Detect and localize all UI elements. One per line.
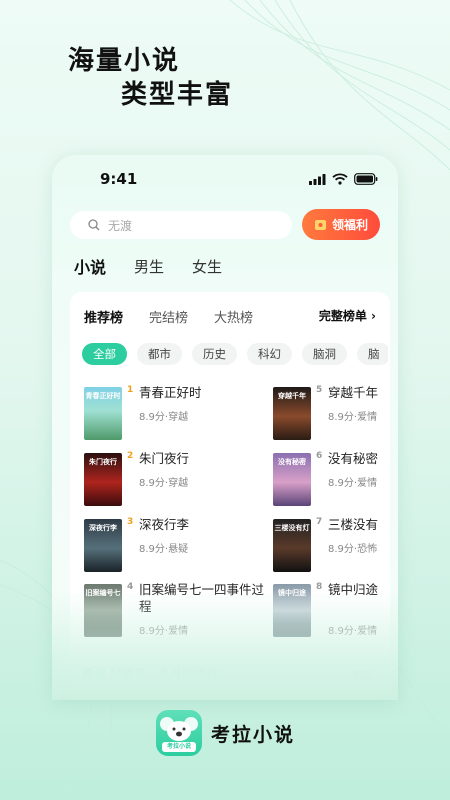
book-title: 穿越千年 xyxy=(328,385,379,400)
book-cover: 深夜行李 xyxy=(84,519,122,572)
category-chip-history[interactable]: 历史 xyxy=(192,343,237,365)
book-item[interactable]: 深夜行李 3 深夜行李 8.9分·悬疑 xyxy=(84,517,234,579)
category-chips: 全部 都市 历史 科幻 脑洞 脑 xyxy=(82,343,388,365)
full-list-link[interactable]: 完整榜单 › xyxy=(319,307,376,324)
status-bar: 9:41 xyxy=(52,169,398,191)
book-title: 没有秘密 xyxy=(328,451,379,466)
book-title: 朱门夜行 xyxy=(139,451,190,466)
book-title: 旧案编号七一四事件过程 xyxy=(139,582,265,614)
book-meta: 8.9分·爱情 xyxy=(328,412,378,423)
book-item[interactable]: 青春正好时 1 青春正好时 8.9分·穿越 xyxy=(84,385,234,447)
app-name: 考拉小说 xyxy=(211,723,296,746)
koala-logo-icon: 考拉小说 xyxy=(156,710,202,756)
search-icon xyxy=(88,219,100,231)
book-meta: 8.9分·穿越 xyxy=(139,478,189,489)
book-item[interactable]: 旧案编号七 4 旧案编号七一四事件过程 8.9分·爱情 xyxy=(84,582,264,644)
book-meta: 8.9分·爱情 xyxy=(328,626,378,637)
category-chip-urban[interactable]: 都市 xyxy=(137,343,182,365)
app-brand: 考拉小说 考拉小说 xyxy=(156,710,295,756)
book-item[interactable]: 镜中归途 8 镜中归途 8.9分·爱情 xyxy=(273,582,383,644)
original-tag: 原创 xyxy=(82,667,107,681)
red-envelope-icon xyxy=(314,220,326,230)
rank-tab-hot[interactable]: 大热榜 xyxy=(214,307,253,326)
promo-headline-1: 海量小说 xyxy=(68,46,181,76)
book-rank: 4 xyxy=(127,582,134,592)
tab-novel[interactable]: 小说 xyxy=(71,254,106,278)
book-cover: 旧案编号七 xyxy=(84,584,122,637)
book-item[interactable]: 穿越千年 5 穿越千年 8.9分·爱情 xyxy=(273,385,383,447)
book-item[interactable]: 朱门夜行 2 朱门夜行 8.9分·穿越 xyxy=(84,451,234,513)
search-bar[interactable]: 无渡 xyxy=(70,211,292,239)
book-rank: 2 xyxy=(127,451,134,461)
tab-female[interactable]: 女生 xyxy=(192,256,222,277)
book-item[interactable]: 三楼没有灯 7 三楼没有 8.9分·恐怖 xyxy=(273,517,383,579)
book-cover: 青春正好时 xyxy=(84,387,122,440)
signal-icon xyxy=(309,173,326,185)
top-tabs: 小说 男生 女生 xyxy=(71,254,222,278)
book-meta: 8.9分·恐怖 xyxy=(328,544,378,555)
book-cover: 朱门夜行 xyxy=(84,453,122,506)
book-cover: 穿越千年 xyxy=(273,387,311,440)
phone-mockup: 9:41 无渡 领福利 小说 男生 女生 推荐榜 完结榜 大热榜 完整榜单 › … xyxy=(52,155,398,700)
welfare-label: 领福利 xyxy=(331,218,368,232)
book-rank: 1 xyxy=(127,385,134,395)
book-title: 三楼没有 xyxy=(328,517,379,532)
book-rank: 6 xyxy=(316,451,323,461)
book-rank: 5 xyxy=(316,385,323,395)
category-chip-scifi[interactable]: 科幻 xyxy=(247,343,292,365)
book-cover: 没有秘密 xyxy=(273,453,311,506)
book-title: 青春正好时 xyxy=(139,385,202,400)
more-link[interactable]: 更多 xyxy=(352,667,372,682)
original-slogan: 好故事，点开即值得 xyxy=(109,667,218,681)
book-meta: 8.9分·悬疑 xyxy=(139,544,189,555)
book-meta: 8.9分·穿越 xyxy=(139,412,189,423)
book-rank: 7 xyxy=(316,517,323,527)
book-title: 深夜行李 xyxy=(139,517,190,532)
battery-icon xyxy=(354,173,378,185)
book-meta: 8.9分·爱情 xyxy=(328,478,378,489)
book-meta: 8.9分·爱情 xyxy=(139,626,189,637)
tab-male[interactable]: 男生 xyxy=(134,256,164,277)
rank-tab-finished[interactable]: 完结榜 xyxy=(149,307,188,326)
search-text: 无渡 xyxy=(108,218,133,233)
rank-tab-recommend[interactable]: 推荐榜 xyxy=(84,307,123,326)
book-cover: 镜中归途 xyxy=(273,584,311,637)
status-time: 9:41 xyxy=(100,170,138,188)
book-rank: 3 xyxy=(127,517,134,527)
book-rank: 8 xyxy=(316,582,323,592)
welfare-button[interactable]: 领福利 xyxy=(302,209,380,240)
category-chip-more[interactable]: 脑 xyxy=(357,343,388,365)
wifi-icon xyxy=(332,173,348,185)
book-item[interactable]: 没有秘密 6 没有秘密 8.9分·爱情 xyxy=(273,451,383,513)
original-section-header: 原创 好故事，点开即值得 更多 xyxy=(82,665,372,685)
category-chip-all[interactable]: 全部 xyxy=(82,343,127,365)
ranking-card: 推荐榜 完结榜 大热榜 完整榜单 › 全部 都市 历史 科幻 脑洞 脑 青春正好… xyxy=(70,292,390,700)
book-cover: 三楼没有灯 xyxy=(273,519,311,572)
category-chip-fantasy[interactable]: 脑洞 xyxy=(302,343,347,365)
book-title: 镜中归途 xyxy=(328,582,379,597)
promo-headline-2: 类型丰富 xyxy=(121,80,234,110)
